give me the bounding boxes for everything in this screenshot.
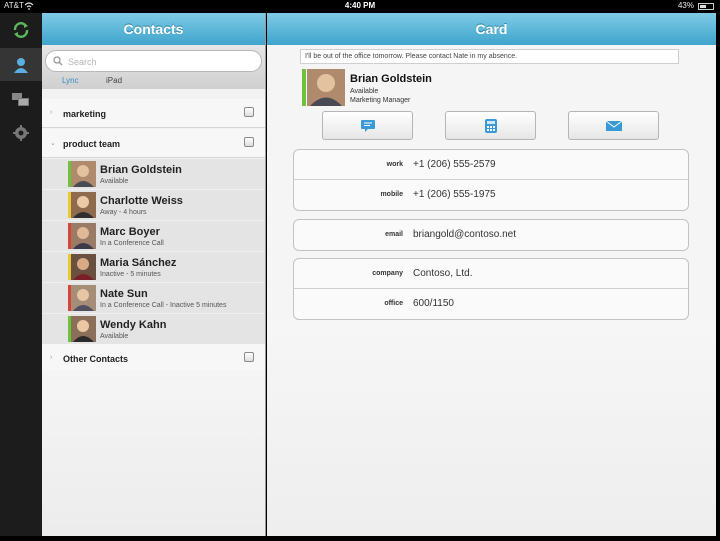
card-title: Card [267,13,716,45]
contacts-empty-area [42,370,265,536]
field-value: +1 (206) 555-1975 [413,189,496,200]
contact-name: Charlotte Weiss [100,195,183,207]
field-key: mobile [380,191,403,198]
contact-row[interactable]: Brian Goldstein Available [42,159,265,190]
battery-icon [698,3,714,10]
battery-percent: 43% [677,1,694,10]
group-label: Other Contacts [63,354,129,364]
avatar [71,223,96,249]
group-select-box[interactable] [244,352,254,362]
refresh-icon [13,21,29,38]
organization-group: company Contoso, Ltd. office 600/1150 [293,258,689,320]
bottom-bezel [0,536,720,541]
segment-ipad[interactable]: iPad [106,76,122,85]
contact-status: Inactive - 5 minutes [100,271,161,278]
chevron-down-icon: ⌄ [50,140,56,147]
mobile-phone-row[interactable]: mobile +1 (206) 555-1975 [294,180,688,210]
call-button[interactable] [445,111,536,140]
field-value: +1 (206) 555-2579 [413,159,496,170]
search-field[interactable] [45,50,262,72]
email-row[interactable]: email briangold@contoso.net [294,220,688,250]
field-key: company [372,270,403,277]
chevron-right-icon: › [50,109,53,116]
contact-name: Wendy Kahn [100,319,167,331]
contact-status: Away - 4 hours [100,209,147,216]
work-phone-row[interactable]: work +1 (206) 555-2579 [294,150,688,180]
group-other-contacts[interactable]: › Other Contacts [42,344,265,373]
contact-row[interactable]: Marc Boyer In a Conference Call [42,221,265,252]
contacts-title: Contacts [42,13,265,45]
presence-bar [302,69,306,106]
status-bar: AT&T 4:40 PM 43% [0,0,720,13]
phone-group: work +1 (206) 555-2579 mobile +1 (206) 5… [293,149,689,211]
card-availability: Available [350,88,379,95]
left-rail [0,13,42,536]
group-label: marketing [63,109,107,119]
chevron-right-icon: › [50,354,53,361]
refresh-button[interactable] [0,13,42,46]
contact-row[interactable]: Nate Sun In a Conference Call - Inactive… [42,283,265,314]
contact-name: Brian Goldstein [100,164,182,176]
group-label: product team [63,139,121,149]
office-row[interactable]: office 600/1150 [294,289,688,319]
segment-lync[interactable]: Lync [62,76,79,85]
field-value: 600/1150 [413,298,454,309]
field-value: briangold@contoso.net [413,229,516,240]
contact-name: Marc Boyer [100,226,160,238]
right-bezel [716,13,720,536]
group-select-box[interactable] [244,137,254,147]
avatar [71,161,96,187]
card-name: Brian Goldstein [350,73,432,85]
field-key: work [386,161,403,168]
avatar [71,285,96,311]
group-select-box[interactable] [244,107,254,117]
settings-icon [13,124,29,141]
contact-row[interactable]: Charlotte Weiss Away - 4 hours [42,190,265,221]
contact-name: Maria Sánchez [100,257,177,269]
chat-icon [12,92,29,106]
contact-row[interactable]: Wendy Kahn Available [42,314,265,345]
group-marketing[interactable]: › marketing [42,99,265,128]
contacts-icon [14,57,28,73]
contacts-pane: Contacts Lync iPad › marketing ⌄ product… [42,13,266,536]
card-empty-area [267,322,716,536]
search-icon [53,56,63,66]
card-contact-header: Brian Goldstein Available Marketing Mana… [302,69,502,107]
avatar [71,316,96,342]
contact-name: Nate Sun [100,288,148,300]
send-im-button[interactable] [322,111,413,140]
field-key: office [384,300,403,307]
search-area: Lync iPad [42,45,265,89]
contact-row[interactable]: Maria Sánchez Inactive - 5 minutes [42,252,265,283]
settings-tab[interactable] [0,116,42,149]
send-email-button[interactable] [568,111,659,140]
status-time: 4:40 PM [344,1,376,10]
contact-status: Available [100,333,129,340]
group-product-team[interactable]: ⌄ product team [42,129,265,158]
chat-tab[interactable] [0,83,42,116]
company-row[interactable]: company Contoso, Ltd. [294,259,688,289]
mail-icon [605,120,622,131]
avatar [71,254,96,280]
search-input[interactable] [68,54,253,69]
card-job-title: Marketing Manager [350,97,411,104]
phone-icon [484,118,497,133]
contact-status: Available [100,178,129,185]
contact-status: In a Conference Call [100,240,164,247]
contact-status: In a Conference Call - Inactive 5 minute… [100,302,227,309]
field-value: Contoso, Ltd. [413,268,473,279]
avatar [71,192,96,218]
chat-bubble-icon [360,119,375,132]
personal-note: I'll be out of the office tomorrow. Plea… [300,49,679,64]
field-key: email [385,231,403,238]
email-group: email briangold@contoso.net [293,219,689,251]
contacts-tab[interactable] [0,48,42,81]
card-avatar [307,69,345,106]
